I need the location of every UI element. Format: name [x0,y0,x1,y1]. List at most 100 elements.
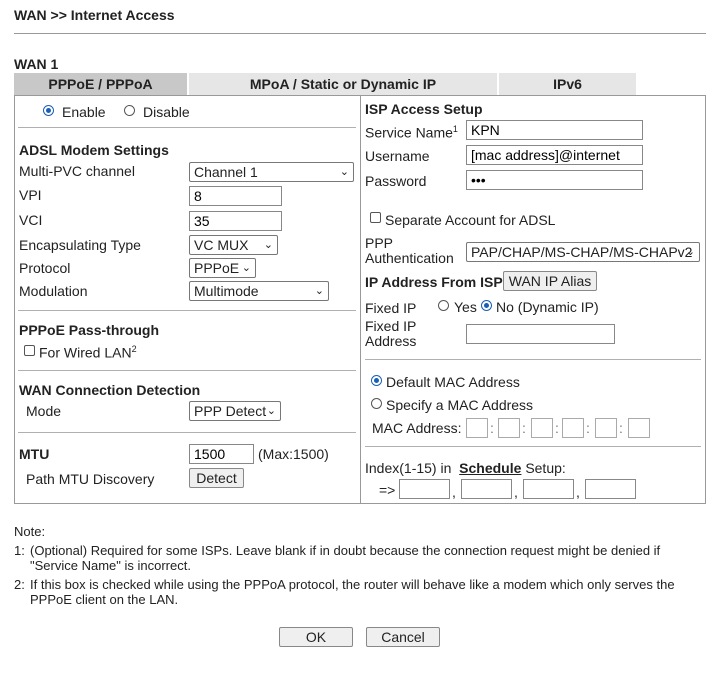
protocol-value: PPPoE [194,260,240,276]
disable-label: Disable [143,104,190,120]
mtu-label: MTU [19,446,50,462]
service-name-footnote: 1 [452,124,458,134]
schedule-index-4[interactable] [585,479,636,499]
note-1-line2: "Service Name" is incorrect. [30,558,191,573]
header-divider [14,33,706,34]
modulation-label: Modulation [19,283,88,299]
fixed-ip-address-line1: Fixed IP [365,318,417,334]
multipvc-select[interactable]: Channel 1 ⌄ [189,162,354,182]
schedule-index-3[interactable] [523,479,574,499]
schedule-index-2[interactable] [461,479,512,499]
note-1-line1: (Optional) Required for some ISPs. Leave… [30,543,661,558]
vci-label: VCI [19,212,43,228]
page-title: WAN 1 [14,56,59,72]
specify-mac-radio[interactable] [371,398,382,409]
note-2-line2: PPPoE client on the LAN. [30,592,179,607]
mac-octet-4[interactable] [562,418,584,438]
schedule-index-prefix: Index(1-15) in [365,460,452,476]
mac-octet-2[interactable] [498,418,520,438]
fixed-ip-no-radio[interactable] [481,300,492,311]
protocol-label: Protocol [19,260,71,276]
wired-lan-footnote: 2 [131,344,137,354]
index-separator: , [452,484,456,500]
mac-octet-1[interactable] [466,418,488,438]
schedule-link[interactable]: Schedule [459,460,521,476]
ppp-auth-label-line2: Authentication [365,250,454,266]
mac-address-label: MAC Address: [372,420,462,436]
fixed-ip-address-label: Fixed IP Address [365,319,416,349]
encap-select[interactable]: VC MUX ⌄ [189,235,278,255]
fixed-ip-label: Fixed IP [365,300,417,316]
service-name-text: Service Name [365,124,453,141]
note-1-number: 1: [14,543,25,558]
mac-octet-6[interactable] [628,418,650,438]
fixed-ip-yes-label: Yes [454,299,477,315]
mac-separator: : [490,420,494,436]
separate-account-label: Separate Account for ADSL [385,212,556,228]
chevron-down-icon: ⌄ [241,262,251,274]
fixed-ip-yes-radio[interactable] [438,300,449,311]
mac-separator: : [586,420,590,436]
mode-value: PPP Detect [194,403,267,419]
ppp-auth-label: PPP Authentication [365,236,454,266]
default-mac-label: Default MAC Address [386,374,520,390]
section-divider [18,432,356,433]
fixed-ip-address-line2: Address [365,333,417,349]
column-divider [360,96,361,503]
schedule-index-1[interactable] [399,479,450,499]
note-2-number: 2: [14,577,25,592]
multipvc-label: Multi-PVC channel [19,163,135,179]
ppp-auth-value: PAP/CHAP/MS-CHAP/MS-CHAPv2 [471,244,693,260]
modulation-select[interactable]: Multimode ⌄ [189,281,329,301]
protocol-select[interactable]: PPPoE ⌄ [189,258,256,278]
wired-lan-text: For Wired LAN [39,344,132,361]
mac-octet-5[interactable] [595,418,617,438]
password-input[interactable] [466,170,643,190]
tab-pppoe-pppoa[interactable]: PPPoE / PPPoA [14,73,187,95]
wired-lan-checkbox[interactable] [24,345,35,356]
isp-section-title: ISP Access Setup [365,101,483,117]
note-title: Note: [14,524,46,539]
section-divider [18,310,356,311]
mtu-input[interactable] [189,444,254,464]
service-name-label: Service Name1 [365,124,458,141]
username-input[interactable] [466,145,643,165]
disable-radio[interactable] [124,105,135,116]
detect-button[interactable]: Detect [189,468,244,488]
passthrough-section-title: PPPoE Pass-through [19,322,160,338]
separate-account-checkbox[interactable] [370,212,381,223]
index-separator: , [576,484,580,500]
ip-from-isp-title: IP Address From ISP [365,274,503,290]
section-divider [365,359,701,360]
mac-separator: : [522,420,526,436]
fixed-ip-no-label: No (Dynamic IP) [496,299,599,315]
adsl-section-title: ADSL Modem Settings [19,142,169,158]
mac-separator: : [619,420,623,436]
tab-mpoa-static-dynamic[interactable]: MPoA / Static or Dynamic IP [189,73,497,95]
mode-select[interactable]: PPP Detect ⌄ [189,401,281,421]
encap-value: VC MUX [194,237,249,253]
tab-ipv6[interactable]: IPv6 [499,73,636,95]
chevron-down-icon: ⌄ [314,285,324,297]
enable-label: Enable [62,104,106,120]
enable-radio[interactable] [43,105,54,116]
username-label: Username [365,148,430,164]
ppp-auth-select[interactable]: PAP/CHAP/MS-CHAP/MS-CHAPv2 ⌄ [466,242,700,262]
ppp-auth-label-line1: PPP [365,235,394,251]
fixed-ip-address-input[interactable] [466,324,615,344]
multipvc-value: Channel 1 [194,164,258,180]
mtu-max-label: (Max:1500) [258,446,329,462]
service-name-input[interactable] [466,120,643,140]
cancel-button[interactable]: Cancel [366,627,440,647]
ok-button[interactable]: OK [279,627,353,647]
specify-mac-label: Specify a MAC Address [386,397,534,413]
vpi-input[interactable] [189,186,282,206]
wan-ip-alias-button[interactable]: WAN IP Alias [503,271,597,291]
mac-octet-3[interactable] [531,418,553,438]
default-mac-radio[interactable] [371,375,382,386]
mode-label: Mode [26,403,62,419]
wired-lan-label: For Wired LAN2 [39,344,137,361]
vpi-label: VPI [19,187,42,203]
detection-section-title: WAN Connection Detection [19,382,201,398]
vci-input[interactable] [189,211,282,231]
